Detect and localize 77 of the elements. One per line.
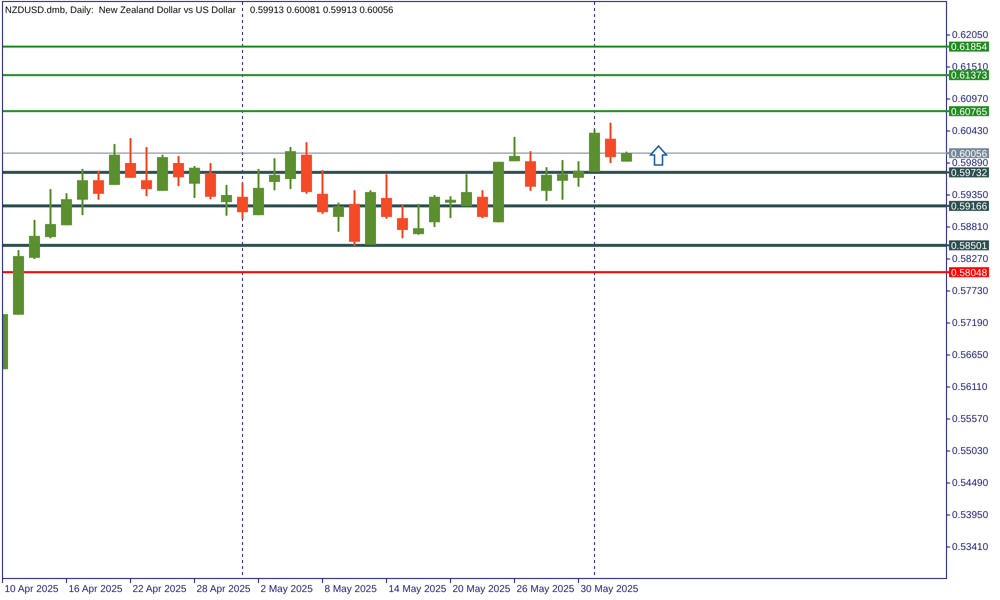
date-label: 20 May 2025 [452,584,510,595]
price-label: 0.53950 [952,510,988,521]
candlestick [493,162,504,222]
price-label: 0.55570 [952,414,988,425]
price-level-tag: 0.60765 [949,106,989,118]
candlestick [109,144,120,185]
candlestick [301,142,312,194]
date-label: 28 Apr 2025 [196,584,250,595]
candlestick [13,250,24,315]
candlestick [317,170,328,214]
candlestick [429,195,440,227]
price-label: 0.56650 [952,350,988,361]
date-label: 2 May 2025 [260,584,313,595]
price-label: 0.60970 [952,94,988,105]
candlestick [237,183,248,219]
candlestick [349,190,360,246]
price-label: 0.58270 [952,254,988,265]
candlestick [3,314,8,370]
price-label: 0.59350 [952,190,988,201]
candlestick [77,168,88,216]
candlestick [29,220,40,259]
candlestick [253,168,264,216]
date-label: 10 Apr 2025 [4,584,58,595]
date-label: 16 Apr 2025 [68,584,122,595]
candlestick [269,158,280,190]
date-label: 30 May 2025 [580,584,638,595]
candlestick [45,189,56,238]
candlestick [221,184,232,216]
candlestick [141,147,152,196]
candlestick [477,190,488,218]
price-label: 0.57190 [952,318,988,329]
candlestick [557,160,568,200]
date-label: 22 Apr 2025 [132,584,186,595]
candlestick [93,170,104,200]
candlestick [333,202,344,232]
candlestick [445,196,456,218]
price-level-tag: 0.59732 [949,167,989,179]
candlestick [589,129,600,172]
price-label: 0.54490 [952,478,988,489]
candlestick [621,152,632,162]
price-level-tag: 0.61373 [949,70,989,82]
price-level-tag: 0.60056 [949,148,989,160]
candlestick [525,151,536,191]
candlestick [509,136,520,162]
candlestick [397,205,408,238]
price-level-tag: 0.58048 [949,267,989,279]
price-level-tag: 0.58501 [949,240,989,252]
date-label: 14 May 2025 [388,584,446,595]
price-label: 0.55030 [952,446,988,457]
price-level-tag: 0.59166 [949,200,989,212]
candlestick [573,161,584,187]
chart-title: NZDUSD.dmb, Daily: New Zealand Dollar vs US Dollar [5,4,236,15]
candlestick [365,190,376,245]
candlestick [173,156,184,186]
candlestick [125,138,136,178]
price-label: 0.58810 [952,222,988,233]
arrow-up-icon [648,144,668,166]
price-level-tag: 0.61854 [949,42,989,54]
price-label: 0.57730 [952,286,988,297]
candlestick [61,193,72,226]
candlestick [413,204,424,235]
candlestick [381,174,392,219]
price-label: 0.56110 [952,382,988,393]
ohlc-values: 0.59913 0.60081 0.59913 0.60056 [250,4,394,15]
price-label: 0.62050 [952,30,988,41]
candlestick [605,122,616,163]
candlestick [541,167,552,201]
date-label: 26 May 2025 [516,584,574,595]
date-label: 8 May 2025 [324,584,377,595]
candlestick [157,154,168,191]
candlestick [461,174,472,206]
price-label: 0.53410 [952,542,988,553]
candlestick [205,163,216,200]
price-label: 0.60430 [952,126,988,137]
candlestick [285,147,296,190]
price-label: 0.59890 [952,158,988,169]
candlestick [189,166,200,198]
